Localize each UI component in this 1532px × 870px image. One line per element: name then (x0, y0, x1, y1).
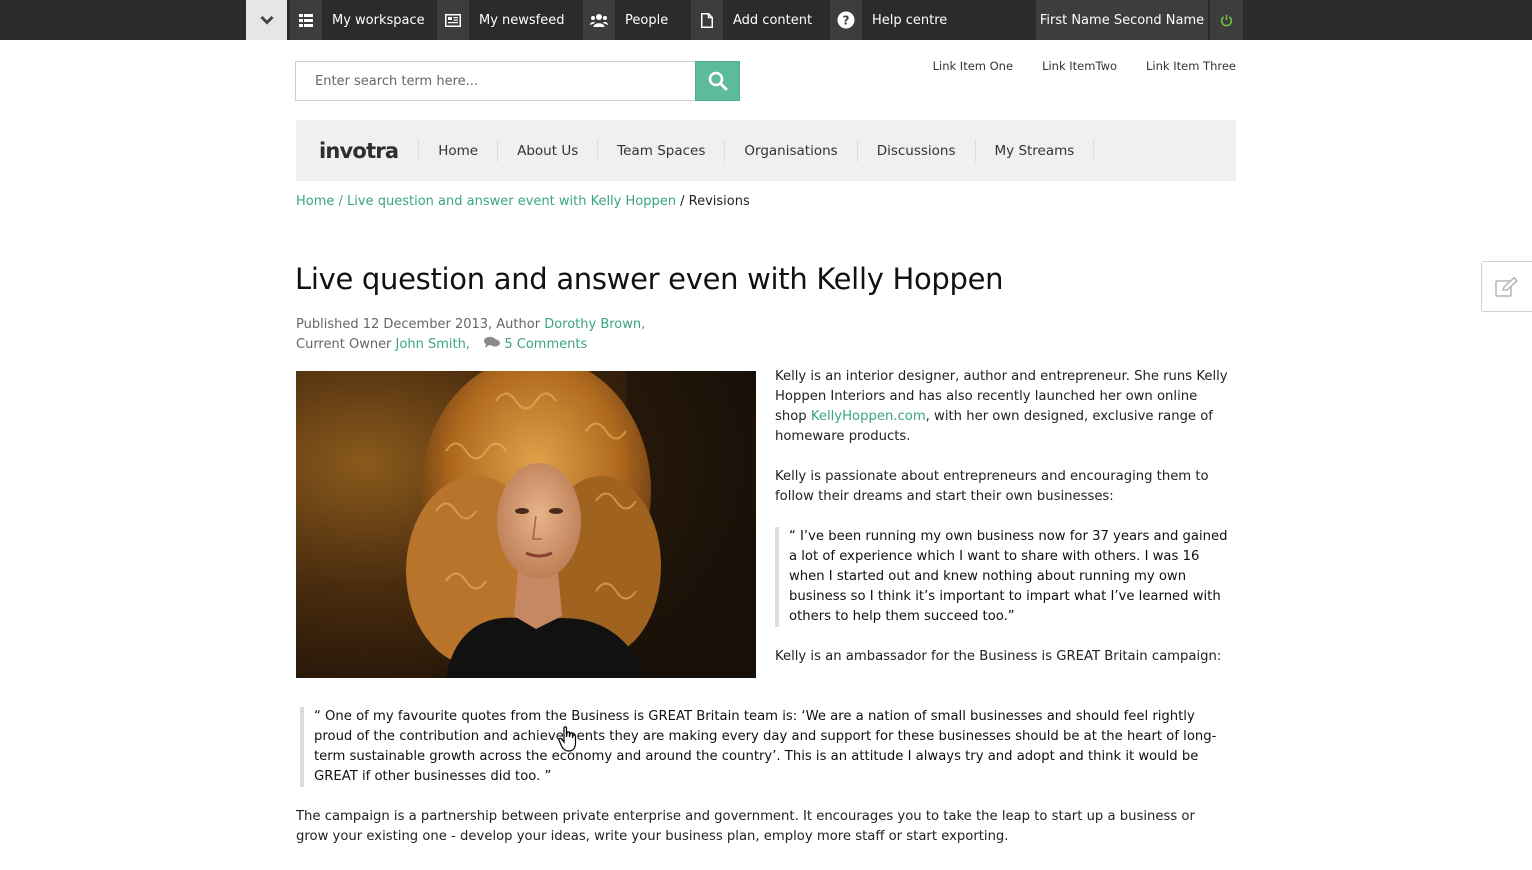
utility-link-three[interactable]: Link Item Three (1146, 59, 1236, 73)
grid-list-icon (290, 0, 322, 40)
toolbar-add-content[interactable]: Add content (691, 0, 812, 40)
newspaper-icon (437, 0, 469, 40)
owner-label: Current Owner (296, 337, 396, 352)
search-button[interactable] (695, 61, 740, 101)
blockquote: “ One of my favourite quotes from the Bu… (300, 707, 1235, 787)
nav-item-home[interactable]: Home (418, 139, 497, 162)
toolbar-people[interactable]: People (583, 0, 668, 40)
article-body: Kelly is an interior designer, author an… (775, 367, 1233, 687)
nav-item-organisations[interactable]: Organisations (724, 139, 856, 162)
search-input[interactable] (295, 61, 695, 101)
comments-link[interactable]: 5 Comments (504, 337, 587, 352)
logout-button[interactable] (1210, 0, 1243, 40)
breadcrumb-separator: / (334, 194, 348, 209)
people-icon (583, 0, 615, 40)
site-logo[interactable]: invotra (319, 139, 399, 163)
nav-item-discussions[interactable]: Discussions (856, 139, 975, 162)
article-photo (296, 371, 756, 678)
blockquote: “ I’ve been running my own business now … (775, 527, 1233, 627)
published-text: Published 12 December 2013, Author (296, 317, 545, 332)
svg-text:?: ? (843, 14, 850, 28)
toolbar-label: People (625, 12, 669, 28)
article-paragraph: Kelly is an ambassador for the Business … (775, 649, 1222, 664)
nav-item-team-spaces[interactable]: Team Spaces (597, 139, 724, 162)
toolbar-label: My newsfeed (479, 12, 565, 28)
toolbar-label: My workspace (332, 12, 425, 28)
kellyhoppen-link[interactable]: KellyHoppen.com (811, 409, 926, 424)
toolbar-my-workspace[interactable]: My workspace (290, 0, 425, 40)
breadcrumb: Home / Live question and answer event wi… (296, 194, 750, 209)
edit-tab-button[interactable] (1481, 261, 1532, 312)
article-paragraph: Kelly is an interior designer, author an… (775, 367, 1233, 447)
toolbar-label: Help centre (872, 12, 948, 28)
article-meta: Published 12 December 2013, Author Dorot… (296, 315, 645, 355)
toolbar-help-centre[interactable]: ? Help centre (830, 0, 947, 40)
search-icon (708, 71, 727, 91)
toolbar-label: Add content (733, 12, 813, 28)
breadcrumb-current: Revisions (688, 194, 750, 209)
article-paragraph: Kelly is passionate about entrepreneurs … (775, 469, 1209, 504)
user-menu-button[interactable]: First Name Second Name (1036, 0, 1208, 40)
comments-icon (484, 336, 501, 348)
top-toolbar: My workspace My newsfeed People Add cont… (0, 0, 1532, 40)
search-bar (295, 61, 740, 101)
breadcrumb-home-link[interactable]: Home (296, 194, 334, 209)
utility-link-one[interactable]: Link Item One (933, 59, 1013, 73)
document-icon (691, 0, 723, 40)
toolbar-toggle-button[interactable] (246, 0, 287, 40)
main-nav: invotra Home About Us Team Spaces Organi… (296, 120, 1236, 181)
toolbar-my-newsfeed[interactable]: My newsfeed (437, 0, 565, 40)
page-title: Live question and answer even with Kelly… (295, 262, 1004, 296)
question-icon: ? (830, 0, 862, 40)
owner-link[interactable]: John Smith, (396, 337, 470, 352)
power-icon (1220, 14, 1233, 27)
chevron-down-icon (259, 15, 274, 25)
nav-item-my-streams[interactable]: My Streams (974, 139, 1095, 162)
utility-link-two[interactable]: Link ItemTwo (1042, 59, 1117, 73)
hand-cursor-icon (558, 726, 578, 756)
author-link[interactable]: Dorothy Brown, (544, 317, 645, 332)
breadcrumb-parent-link[interactable]: Live question and answer event with Kell… (347, 194, 676, 209)
edit-icon (1495, 276, 1519, 297)
nav-item-about-us[interactable]: About Us (497, 139, 597, 162)
article-paragraph: The campaign is a partnership between pr… (296, 809, 1195, 844)
utility-links: Link Item One Link ItemTwo Link Item Thr… (930, 59, 1236, 73)
breadcrumb-separator: / (675, 194, 689, 209)
